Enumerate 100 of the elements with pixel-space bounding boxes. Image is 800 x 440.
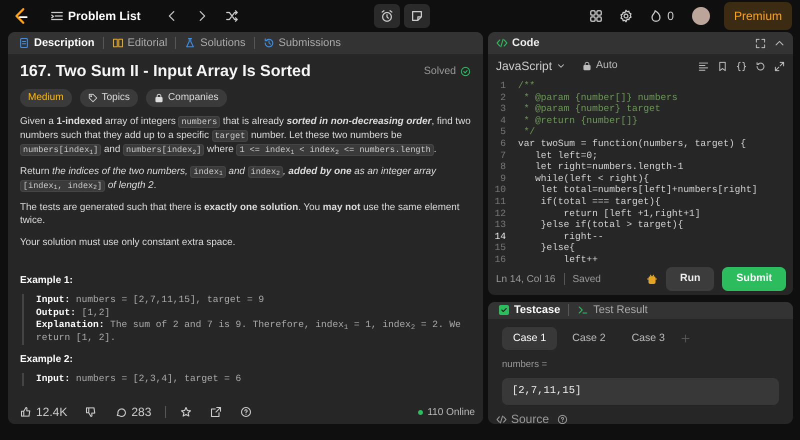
code-line: }else if(total > target){: [540, 219, 684, 231]
line-number: 1: [499, 80, 507, 92]
code-line: var twoSum = function(numbers, target) {: [518, 138, 746, 150]
streak-button[interactable]: 0: [645, 7, 678, 25]
panel-tab[interactable]: Submissions: [260, 34, 343, 52]
flask-icon: [184, 37, 196, 49]
language-dropdown[interactable]: JavaScript: [496, 57, 566, 75]
line-number: 8: [499, 161, 507, 173]
code-line: let right=numbers.length-1: [534, 161, 684, 173]
note-icon: [410, 9, 424, 23]
code-line: /**: [518, 80, 536, 92]
auto-mode-label: Auto: [582, 58, 618, 74]
checkbox-icon: [498, 304, 510, 316]
panel-tab[interactable]: Editorial: [110, 34, 170, 52]
bookmark-icon[interactable]: [717, 60, 728, 72]
book-icon: [112, 37, 124, 49]
format-icon[interactable]: [698, 60, 709, 72]
problem-paragraph: Given a 1-indexed array of integers numbers that is already sorted in non-decreasing order, find two numbers such that they add up to a specific target number. Let these two numbers be numbers[index$_{1}$] and numbers[index$_{2}$] where 1 <= index$_{1}$ < index$_{2}$ <= numbers.length .: [20, 115, 471, 157]
online-count: 110 Online: [418, 404, 475, 420]
problem-paragraph: Return the indices of the two numbers, index$_{1}$ and index$_{2}$ , added by one as an integer array [index$_{1}$, index$_{2}$] of length 2.: [20, 164, 438, 193]
panel-title: Code: [496, 34, 540, 52]
panel-tab[interactable]: Solutions: [182, 34, 248, 52]
code-line: let left=0;: [534, 150, 598, 162]
line-number: 13: [494, 219, 507, 231]
terminal-icon: [577, 304, 590, 316]
example-heading: Example 2:: [20, 353, 74, 367]
problem-list-button[interactable]: Problem List: [46, 7, 145, 25]
help-icon[interactable]: [557, 414, 568, 424]
alarm-clock-icon: [380, 9, 394, 23]
tag-button[interactable]: Companies: [146, 89, 227, 108]
example-line: Output: [1,2]: [36, 306, 112, 320]
comment-icon: [115, 406, 128, 418]
line-number: 4: [499, 114, 507, 126]
list-icon: [50, 9, 64, 23]
example-line: Input: numbers = [2,3,4], target = 6: [36, 373, 242, 386]
code-line: */: [522, 126, 536, 138]
line-number: 6: [499, 138, 507, 150]
parameter-label: numbers =: [502, 358, 548, 372]
example-line: Explanation: The sum of 2 and 7 is 9. Therefore, index$_{1}$ = 1, index$_{2}$ = 2. We return [1, 2].: [36, 319, 462, 345]
line-number: 5: [499, 126, 507, 138]
code-line: return [left +1,right+1]: [562, 208, 700, 220]
star-icon: [180, 406, 192, 418]
line-number: 3: [499, 103, 507, 115]
case-tab[interactable]: Case 3: [620, 326, 676, 350]
line-number: 9: [499, 172, 507, 184]
code-icon: [496, 37, 508, 49]
code-line: right--: [562, 230, 604, 242]
expand-icon[interactable]: [774, 60, 785, 72]
code-line: left++: [562, 254, 598, 264]
reset-icon[interactable]: [755, 60, 766, 72]
line-number: 10: [494, 184, 507, 196]
panel-tab[interactable]: Testcase: [496, 302, 562, 318]
tag-button[interactable]: Topics: [80, 89, 138, 108]
thumbs-up-icon: [20, 406, 32, 418]
case-tab[interactable]: Case 1: [502, 326, 558, 350]
lock-icon: [582, 61, 592, 71]
code-line: }else{: [540, 242, 576, 254]
line-number: 14: [494, 230, 507, 242]
braces-icon[interactable]: [736, 60, 747, 72]
panel-tab[interactable]: Test Result: [575, 302, 650, 318]
history-icon: [262, 37, 275, 49]
code-icon: [496, 414, 507, 424]
case-tab[interactable]: Case 2: [561, 326, 617, 350]
source-button[interactable]: Source: [496, 410, 550, 424]
line-number: 16: [494, 254, 507, 264]
panel-tab[interactable]: Description: [16, 34, 97, 52]
problem-title: 167. Two Sum II - Input Array Is Sorted: [20, 62, 311, 82]
code-line: * @param {number[]} numbers: [522, 92, 678, 104]
cursor-position: Ln 14, Col 16: [496, 272, 556, 287]
avatar[interactable]: [692, 7, 710, 25]
solved-status: Solved: [424, 64, 471, 79]
line-number: 11: [494, 196, 507, 208]
external-link-icon: [210, 406, 222, 418]
grid-icon: [589, 9, 604, 23]
code-line: * @param {number} target: [522, 103, 661, 115]
code-line: let total=numbers[left]+numbers[right]: [540, 184, 758, 196]
save-status: Saved: [572, 272, 601, 287]
premium-button[interactable]: Premium: [724, 2, 792, 30]
lock-icon: [154, 93, 164, 104]
settings-icon: [619, 9, 634, 23]
help-icon: [240, 406, 252, 418]
like-button[interactable]: 12.4K: [16, 403, 72, 421]
timer-button[interactable]: [374, 4, 400, 28]
input-field[interactable]: [2,7,11,15]: [502, 378, 779, 406]
check-circle-icon: [460, 66, 471, 78]
problem-paragraph: The tests are generated such that there is exactly one solution. You may not use the same element twice.: [20, 200, 460, 228]
shuffle-icon: [224, 9, 239, 23]
code-line: if(total === target){: [540, 196, 661, 208]
notes-button[interactable]: [404, 4, 430, 28]
example-heading: Example 1:: [20, 274, 74, 288]
comments-button[interactable]: 283: [111, 403, 156, 421]
line-number: 15: [494, 242, 507, 254]
difficulty-badge: Medium: [20, 89, 72, 108]
code-line: * @return {number[]}: [522, 114, 638, 126]
line-number: 2: [499, 92, 507, 104]
maximize-icon[interactable]: [755, 38, 766, 48]
tag-icon: [88, 93, 98, 104]
run-button[interactable]: Run: [666, 267, 714, 291]
document-icon: [18, 37, 30, 49]
line-number: 12: [494, 208, 507, 220]
